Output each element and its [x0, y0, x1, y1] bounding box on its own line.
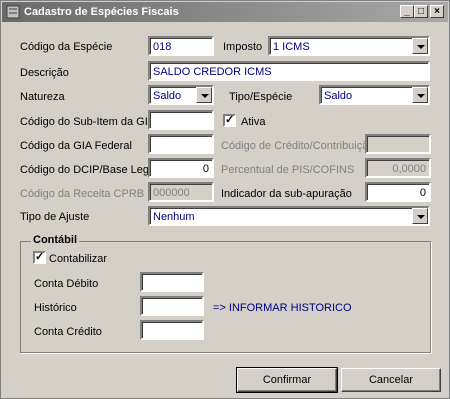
imposto-select[interactable]: 1 ICMS — [268, 36, 430, 56]
natureza-value: Saldo — [153, 90, 182, 102]
app-icon — [6, 5, 20, 19]
gia-federal-label: Código da GIA Federal — [20, 140, 132, 152]
natureza-label: Natureza — [20, 91, 65, 103]
codigo-especie-input[interactable]: 018 — [148, 36, 214, 56]
ativa-label: Ativa — [241, 116, 266, 128]
title-bar[interactable]: Cadastro de Espécies Fiscais _ □ × — [2, 2, 448, 22]
dcip-label: Código do DCIP/Base Legal — [20, 164, 158, 176]
chevron-down-icon[interactable] — [196, 87, 212, 103]
codigo-especie-label: Código da Espécie — [20, 41, 113, 53]
credito-contribuicao-label: Código de Crédito/Contribuição — [221, 140, 375, 152]
dialog-window: Cadastro de Espécies Fiscais _ □ × Códig… — [0, 0, 450, 399]
chevron-down-icon[interactable] — [412, 38, 428, 54]
dcip-input[interactable]: 0 — [148, 158, 214, 178]
close-button[interactable]: × — [430, 5, 444, 18]
tipo-especie-select[interactable]: Saldo — [319, 85, 430, 105]
tipo-especie-value: Saldo — [324, 90, 353, 102]
credito-contribuicao-input — [365, 134, 431, 154]
sub-item-gia-label: Código do Sub-Item da GIA — [20, 116, 156, 128]
contabilizar-checkbox[interactable]: ✓ — [33, 251, 46, 264]
gia-federal-input[interactable] — [148, 134, 214, 154]
natureza-select[interactable]: Saldo — [148, 85, 214, 105]
chevron-down-icon[interactable] — [412, 87, 428, 103]
ativa-checkbox[interactable]: ✓ — [223, 114, 236, 127]
maximize-button[interactable]: □ — [414, 5, 428, 18]
minimize-button[interactable]: _ — [400, 5, 414, 18]
conta-credito-input[interactable] — [140, 320, 204, 340]
sub-apuracao-input[interactable]: 0 — [365, 182, 431, 202]
conta-debito-label: Conta Débito — [34, 278, 99, 290]
imposto-value: 1 ICMS — [273, 41, 310, 53]
chevron-down-icon[interactable] — [412, 208, 428, 224]
historico-hint: => INFORMAR HISTORICO — [213, 302, 352, 314]
window-title: Cadastro de Espécies Fiscais — [24, 6, 179, 18]
receita-cprb-label: Código da Receita CPRB — [20, 188, 145, 200]
pis-cofins-label: Percentual de PIS/COFINS — [221, 164, 355, 176]
historico-label: Histórico — [34, 302, 77, 314]
cancelar-button[interactable]: Cancelar — [341, 368, 441, 392]
historico-input[interactable] — [140, 296, 204, 316]
tipo-ajuste-value: Nenhum — [153, 211, 195, 223]
tipo-ajuste-select[interactable]: Nenhum — [148, 206, 430, 226]
sub-apuracao-label: Indicador da sub-apuração — [221, 188, 352, 200]
sub-item-gia-input[interactable] — [148, 110, 214, 130]
tipo-ajuste-label: Tipo de Ajuste — [20, 211, 90, 223]
imposto-label: Imposto — [223, 41, 263, 53]
tipo-especie-label: Tipo/Espécie — [229, 91, 293, 103]
descricao-label: Descrição — [20, 67, 69, 79]
conta-credito-label: Conta Crédito — [34, 326, 102, 338]
pis-cofins-input: 0,0000 — [365, 158, 431, 178]
descricao-input[interactable]: SALDO CREDOR ICMS — [148, 61, 430, 81]
confirmar-button[interactable]: Confirmar — [236, 367, 338, 393]
contabil-title: Contábil — [31, 234, 79, 246]
receita-cprb-input: 000000 — [148, 182, 214, 202]
conta-debito-input[interactable] — [140, 272, 204, 292]
contabilizar-label: Contabilizar — [49, 253, 108, 265]
